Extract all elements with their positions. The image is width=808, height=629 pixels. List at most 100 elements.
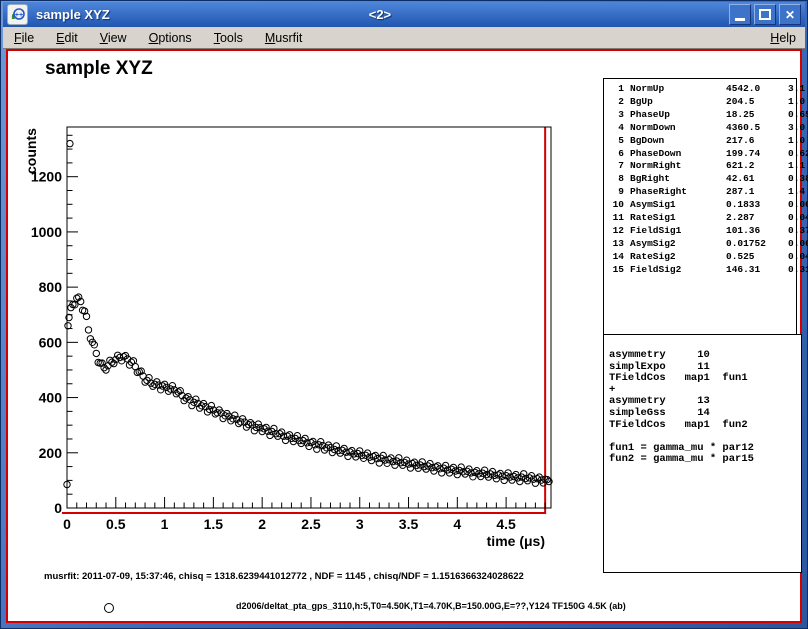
param-err: 0.00101	[788, 238, 808, 251]
param-num: 11	[608, 212, 624, 225]
x-tick-label: 3	[356, 516, 364, 532]
fit-parameters-pad[interactable]: 1NormUp4542.03.12BgUp204.51.03PhaseUp18.…	[603, 78, 797, 340]
x-tick-label: 1.5	[204, 516, 224, 532]
y-tick-label: 1000	[31, 224, 62, 240]
y-tick-label: 1200	[31, 169, 62, 185]
param-val: 287.1	[726, 186, 782, 199]
param-name: NormRight	[630, 160, 720, 173]
param-err: 1.0	[788, 135, 805, 148]
param-row: 10AsymSig10.18330.0027	[604, 199, 796, 212]
param-name: BgRight	[630, 173, 720, 186]
y-tick-label: 0	[54, 500, 62, 516]
data-point	[93, 350, 99, 356]
x-tick-label: 4	[453, 516, 461, 532]
param-err: 0.62	[788, 148, 808, 161]
param-row: 3PhaseUp18.250.65	[604, 109, 796, 122]
x-tick-label: 0.5	[106, 516, 126, 532]
fit-statistics-text: musrfit: 2011-07-09, 15:37:46, chisq = 1…	[44, 571, 524, 582]
data-point	[341, 445, 347, 451]
param-val: 2.287	[726, 212, 782, 225]
param-val: 4360.5	[726, 122, 782, 135]
theory-line: fun2 = gamma_mu * par15	[609, 454, 801, 466]
param-name: NormDown	[630, 122, 720, 135]
plot-title: sample XYZ	[45, 58, 153, 79]
param-row: 14RateSig20.5250.046	[604, 251, 796, 264]
theory-line	[609, 431, 801, 443]
x-tick-label: 3.5	[399, 516, 419, 532]
param-name: BgUp	[630, 96, 720, 109]
param-num: 13	[608, 238, 624, 251]
param-num: 15	[608, 264, 624, 277]
param-err: 0.38	[788, 173, 808, 186]
param-row: 7NormRight621.21.1	[604, 160, 796, 173]
param-num: 2	[608, 96, 624, 109]
param-name: AsymSig1	[630, 199, 720, 212]
theory-line: TFieldCos map1 fun1	[609, 373, 801, 385]
param-name: AsymSig2	[630, 238, 720, 251]
param-val: 621.2	[726, 160, 782, 173]
param-name: PhaseDown	[630, 148, 720, 161]
param-err: 3.1	[788, 83, 805, 96]
param-row: 1NormUp4542.03.1	[604, 83, 796, 96]
param-num: 12	[608, 225, 624, 238]
param-val: 0.525	[726, 251, 782, 264]
param-val: 4542.0	[726, 83, 782, 96]
param-val: 101.36	[726, 225, 782, 238]
param-name: RateSig2	[630, 251, 720, 264]
y-tick-label: 400	[39, 390, 63, 406]
param-row: 9PhaseRight287.11.4	[604, 186, 796, 199]
data-point	[279, 429, 285, 435]
param-row: 15FieldSig2146.310.31	[604, 264, 796, 277]
x-tick-label: 1	[161, 516, 169, 532]
param-num: 3	[608, 109, 624, 122]
param-num: 10	[608, 199, 624, 212]
plot-frame[interactable]	[67, 127, 551, 508]
param-err: 1.0	[788, 96, 805, 109]
param-name: BgDown	[630, 135, 720, 148]
y-tick-label: 800	[39, 279, 63, 295]
param-val: 217.6	[726, 135, 782, 148]
run-info-text: d2006/deltat_pta_gps_3110,h:5,T0=4.50K,T…	[236, 601, 626, 611]
param-name: NormUp	[630, 83, 720, 96]
theory-line: simpleGss 14	[609, 408, 801, 420]
param-val: 204.5	[726, 96, 782, 109]
param-err: 0.37	[788, 225, 808, 238]
param-val: 42.61	[726, 173, 782, 186]
param-row: 13AsymSig20.017520.00101	[604, 238, 796, 251]
param-row: 6PhaseDown199.740.62	[604, 148, 796, 161]
param-row: 12FieldSig1101.360.37	[604, 225, 796, 238]
param-row: 11RateSig12.2870.043	[604, 212, 796, 225]
param-num: 4	[608, 122, 624, 135]
x-tick-label: 0	[63, 516, 71, 532]
param-num: 7	[608, 160, 624, 173]
param-num: 5	[608, 135, 624, 148]
y-tick-label: 200	[39, 445, 63, 461]
x-tick-label: 4.5	[496, 516, 516, 532]
param-err: 0.65	[788, 109, 808, 122]
y-tick-label: 600	[39, 334, 63, 350]
param-name: FieldSig2	[630, 264, 720, 277]
data-points-series	[64, 140, 552, 487]
param-err: 0.043	[788, 212, 808, 225]
data-point	[65, 323, 71, 329]
theory-line: asymmetry 10	[609, 350, 801, 362]
param-val: 199.74	[726, 148, 782, 161]
pad-highlight-red-border	[62, 127, 545, 513]
x-tick-label: 2.5	[301, 516, 321, 532]
param-name: FieldSig1	[630, 225, 720, 238]
run-marker-circle-icon	[104, 603, 114, 613]
param-err: 1.4	[788, 186, 805, 199]
theory-pad[interactable]: asymmetry 10simplExpo 11TFieldCos map1 f…	[603, 334, 802, 573]
data-point	[67, 140, 73, 146]
x-axis-title: time (μs)	[487, 533, 545, 549]
param-val: 0.01752	[726, 238, 782, 251]
param-err: 0.046	[788, 251, 808, 264]
param-row: 5BgDown217.61.0	[604, 135, 796, 148]
data-point	[85, 327, 91, 333]
param-err: 0.31	[788, 264, 808, 277]
param-name: RateSig1	[630, 212, 720, 225]
param-err: 1.1	[788, 160, 805, 173]
param-num: 1	[608, 83, 624, 96]
param-num: 14	[608, 251, 624, 264]
param-val: 0.1833	[726, 199, 782, 212]
